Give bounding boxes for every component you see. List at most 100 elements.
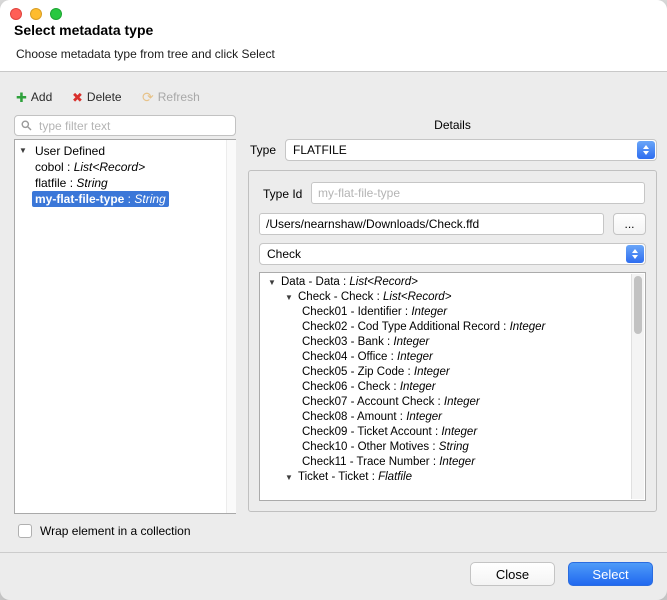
- select-metadata-dialog: Select metadata type Choose metadata typ…: [0, 0, 667, 600]
- separator: :: [340, 276, 350, 288]
- expand-icon[interactable]: ▼: [19, 143, 32, 159]
- schema-tree-item[interactable]: Check02 - Cod Type Additional Record : I…: [260, 320, 645, 335]
- schema-tree-item[interactable]: Check07 - Account Check : Integer: [260, 395, 645, 410]
- separator: :: [500, 321, 510, 333]
- tree-item-user-defined[interactable]: ▼ User Defined: [15, 143, 235, 159]
- add-icon: ✚: [16, 91, 27, 104]
- schema-tree-item[interactable]: ▼Ticket - Ticket : Flatfile: [260, 470, 645, 485]
- schema-item-name: Check - Check: [298, 291, 373, 303]
- filter-box: [14, 115, 236, 136]
- expand-icon[interactable]: ▼: [285, 470, 298, 485]
- separator: :: [387, 351, 397, 363]
- separator: :: [64, 160, 74, 174]
- type-select-value: FLATFILE: [293, 143, 347, 157]
- separator: :: [434, 396, 444, 408]
- refresh-icon: ⟳: [142, 90, 154, 104]
- close-window-button[interactable]: [10, 8, 22, 20]
- schema-tree-item[interactable]: Check01 - Identifier : Integer: [260, 305, 645, 320]
- record-select[interactable]: Check: [259, 243, 646, 265]
- schema-item-name: Ticket - Ticket: [298, 471, 369, 483]
- tree-item-list: cobol : List<Record> flatfile : String m…: [15, 159, 235, 207]
- schema-item-name: Check03 - Bank: [302, 336, 384, 348]
- schema-item-name: Check01 - Identifier: [302, 306, 402, 318]
- refresh-button: ⟳ Refresh: [142, 87, 200, 107]
- wrap-checkbox-label: Wrap element in a collection: [40, 524, 191, 538]
- schema-item-type: Integer: [441, 426, 477, 438]
- schema-tree-item[interactable]: Check06 - Check : Integer: [260, 380, 645, 395]
- separator: :: [429, 441, 439, 453]
- filter-input[interactable]: [37, 118, 229, 134]
- schema-tree: ▼Data - Data : List<Record> ▼Check - Che…: [259, 272, 646, 501]
- dialog-header: Select metadata type Choose metadata typ…: [0, 0, 667, 72]
- window-controls: [10, 8, 62, 20]
- close-button[interactable]: Close: [470, 562, 555, 586]
- wrap-checkbox[interactable]: [18, 524, 32, 538]
- metadata-type-tree: ▼ User Defined cobol : List<Record> flat…: [14, 139, 236, 514]
- tree-item-name: flatfile: [35, 176, 66, 190]
- schema-item-type: Integer: [444, 396, 480, 408]
- schema-tree-item[interactable]: Check09 - Ticket Account : Integer: [260, 425, 645, 440]
- schema-item-name: Check09 - Ticket Account: [302, 426, 432, 438]
- dialog-title: Select metadata type: [14, 22, 153, 38]
- schema-tree-item[interactable]: Check04 - Office : Integer: [260, 350, 645, 365]
- schema-item-name: Check07 - Account Check: [302, 396, 434, 408]
- tree-item-type: List<Record>: [74, 160, 145, 174]
- minimize-window-button[interactable]: [30, 8, 42, 20]
- schema-tree-item[interactable]: Check08 - Amount : Integer: [260, 410, 645, 425]
- schema-tree-item[interactable]: Check11 - Trace Number : Integer: [260, 455, 645, 470]
- schema-item-type: Integer: [414, 366, 450, 378]
- separator: :: [430, 456, 440, 468]
- delete-icon: ✖: [72, 91, 83, 104]
- tree-item-name: my-flat-file-type: [35, 192, 124, 206]
- separator: :: [384, 336, 394, 348]
- type-select[interactable]: FLATFILE: [285, 139, 657, 161]
- schema-item-type: List<Record>: [383, 291, 451, 303]
- tree-item-type: String: [134, 192, 165, 206]
- separator: :: [66, 176, 76, 190]
- schema-tree-item[interactable]: Check05 - Zip Code : Integer: [260, 365, 645, 380]
- type-id-label: Type Id: [263, 187, 302, 201]
- schema-item-name: Check11 - Trace Number: [302, 456, 430, 468]
- add-button-label: Add: [31, 90, 52, 104]
- delete-button-label: Delete: [87, 90, 122, 104]
- tree-item-name: cobol: [35, 160, 64, 174]
- schema-row-list: ▼Data - Data : List<Record> ▼Check - Che…: [260, 275, 645, 485]
- footer-divider: [0, 552, 667, 553]
- zoom-window-button[interactable]: [50, 8, 62, 20]
- schema-item-type: Integer: [411, 306, 447, 318]
- metadata-tree-item[interactable]: my-flat-file-type : String: [15, 191, 235, 207]
- scrollbar-thumb[interactable]: [634, 276, 642, 334]
- schema-item-name: Check10 - Other Motives: [302, 441, 429, 453]
- expand-icon[interactable]: ▼: [268, 275, 281, 290]
- type-id-input[interactable]: [311, 182, 645, 204]
- schema-tree-item[interactable]: ▼Check - Check : List<Record>: [260, 290, 645, 305]
- wrap-collection-row: Wrap element in a collection: [18, 524, 191, 538]
- schema-tree-item[interactable]: ▼Data - Data : List<Record>: [260, 275, 645, 290]
- schema-item-name: Check04 - Office: [302, 351, 387, 363]
- delete-button[interactable]: ✖ Delete: [72, 87, 122, 107]
- left-tree-scrollbar[interactable]: [226, 140, 236, 513]
- schema-tree-item[interactable]: Check10 - Other Motives : String: [260, 440, 645, 455]
- expand-icon[interactable]: ▼: [285, 290, 298, 305]
- separator: :: [402, 306, 412, 318]
- combo-arrows-icon: [637, 141, 655, 159]
- dialog-subtitle: Choose metadata type from tree and click…: [16, 47, 275, 61]
- separator: :: [124, 192, 134, 206]
- browse-button[interactable]: ...: [613, 213, 646, 235]
- add-button[interactable]: ✚ Add: [16, 87, 52, 107]
- schema-tree-item[interactable]: Check03 - Bank : Integer: [260, 335, 645, 350]
- details-groupbox: Type Id ... Check ▼Data - Data : List<Re…: [248, 170, 657, 512]
- schema-item-type: Integer: [406, 411, 442, 423]
- schema-scrollbar[interactable]: [631, 274, 644, 499]
- record-select-value: Check: [267, 247, 301, 261]
- file-path-input[interactable]: [259, 213, 604, 235]
- schema-item-name: Data - Data: [281, 276, 340, 288]
- schema-item-type: Flatfile: [378, 471, 412, 483]
- schema-item-type: Integer: [439, 456, 475, 468]
- tree-root-label: User Defined: [35, 144, 105, 158]
- metadata-tree-item[interactable]: flatfile : String: [15, 175, 235, 191]
- metadata-tree-item[interactable]: cobol : List<Record>: [15, 159, 235, 175]
- separator: :: [397, 411, 407, 423]
- select-button[interactable]: Select: [568, 562, 653, 586]
- separator: :: [432, 426, 442, 438]
